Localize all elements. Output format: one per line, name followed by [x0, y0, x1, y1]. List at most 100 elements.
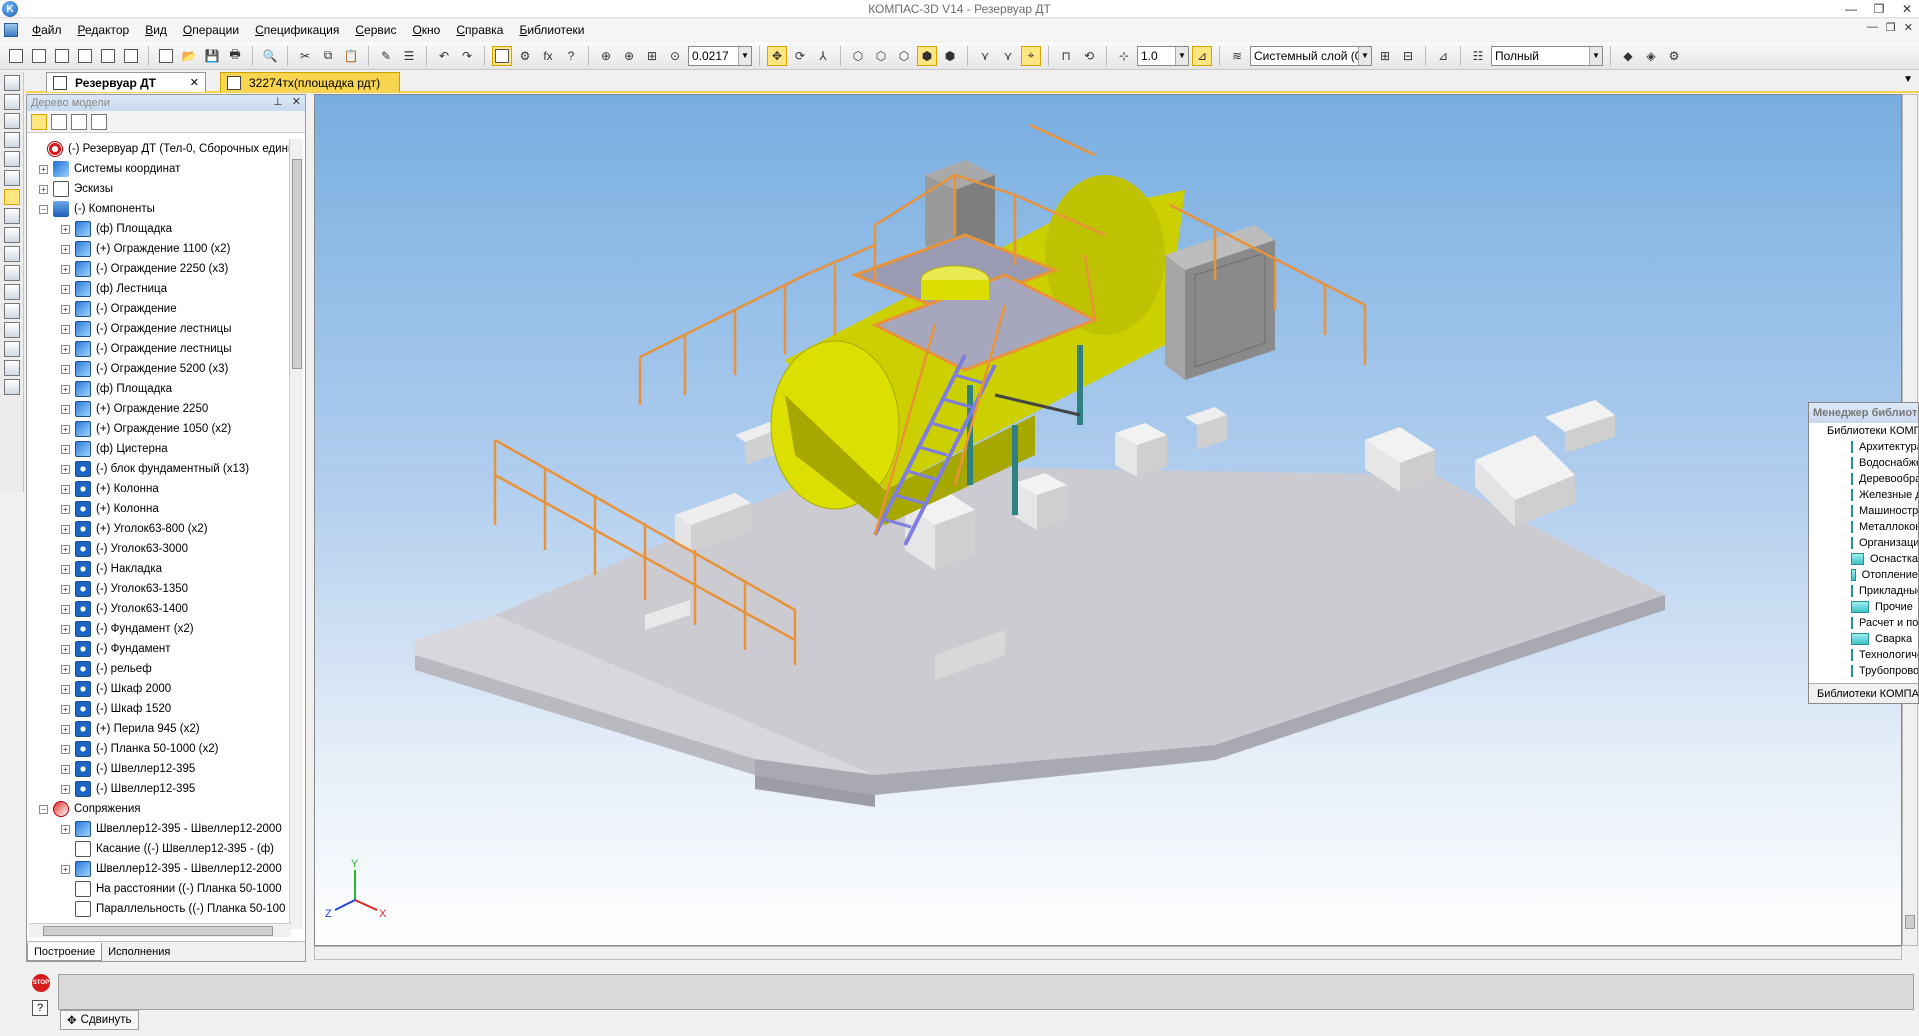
- step-icon[interactable]: ⊹: [1114, 46, 1134, 66]
- close-icon[interactable]: ✕: [1899, 2, 1915, 16]
- expand-icon[interactable]: +: [39, 164, 48, 174]
- tab-build[interactable]: Построение: [27, 942, 103, 961]
- tree-node-mate[interactable]: Касание ((-) Швеллер12-395 - (ф): [29, 839, 289, 859]
- expand-icon[interactable]: +: [61, 684, 70, 694]
- tree-node-component[interactable]: + (ф) Цистерна: [29, 439, 289, 459]
- tree-node-components[interactable]: − (-) Компоненты: [29, 199, 289, 219]
- new-assembly-icon[interactable]: [52, 46, 72, 66]
- doc-close-icon[interactable]: ✕: [1904, 21, 1913, 34]
- new-part-icon[interactable]: [29, 46, 49, 66]
- library-item[interactable]: Прикладные библиотеки: [1809, 583, 1918, 599]
- stop-icon[interactable]: STOP: [32, 974, 50, 992]
- library-item[interactable]: Водоснабжение и канализация: [1809, 455, 1918, 471]
- tree-node-component[interactable]: + (+) Перила 945 (x2): [29, 719, 289, 739]
- tree-node-component[interactable]: + (+) Ограждение 1100 (x2): [29, 239, 289, 259]
- tool-13-icon[interactable]: [4, 303, 20, 319]
- library-item[interactable]: Сварка: [1809, 631, 1918, 647]
- menu-help[interactable]: Справка: [448, 23, 511, 37]
- tree-node-component[interactable]: + (+) Колонна: [29, 499, 289, 519]
- tool-8-icon[interactable]: [4, 208, 20, 224]
- tree-node-component[interactable]: + (-) Ограждение: [29, 299, 289, 319]
- viewport-hscrollbar[interactable]: [314, 946, 1902, 960]
- expand-icon[interactable]: +: [39, 184, 48, 194]
- snap-icon[interactable]: ⌖: [1021, 45, 1041, 66]
- tree-node-component[interactable]: + (+) Колонна: [29, 479, 289, 499]
- expand-icon[interactable]: +: [61, 824, 70, 834]
- expand-icon[interactable]: +: [61, 464, 70, 474]
- document-menu-icon[interactable]: [4, 23, 18, 37]
- tool-3-icon[interactable]: [4, 113, 20, 129]
- hidden-thin-icon[interactable]: ⬡: [894, 46, 914, 66]
- library-root[interactable]: Библиотеки КОМПАС: [1809, 423, 1918, 439]
- library-item[interactable]: Металлоконструкции: [1809, 519, 1918, 535]
- expand-icon[interactable]: +: [61, 564, 70, 574]
- library-item[interactable]: Прочие: [1809, 599, 1918, 615]
- tree-node-component[interactable]: + (ф) Площадка: [29, 219, 289, 239]
- expand-icon[interactable]: +: [61, 704, 70, 714]
- tree-node-component[interactable]: + (+) Уголок63-800 (x2): [29, 519, 289, 539]
- new-spec-icon[interactable]: [121, 46, 141, 66]
- tree-node-sketches[interactable]: + Эскизы: [29, 179, 289, 199]
- tool-10-icon[interactable]: [4, 246, 20, 262]
- expand-icon[interactable]: +: [61, 484, 70, 494]
- zoom-window-icon[interactable]: ⊕: [596, 46, 616, 66]
- library-item[interactable]: Железные дороги: [1809, 487, 1918, 503]
- redo-icon[interactable]: ↷: [457, 46, 477, 66]
- menu-specification[interactable]: Спецификация: [247, 23, 347, 37]
- library-item[interactable]: Архитектура и строительство: [1809, 439, 1918, 455]
- print-icon[interactable]: 🖶: [225, 46, 245, 66]
- tree-node-mate[interactable]: Параллельность ((-) Планка 50-100: [29, 899, 289, 919]
- expand-icon[interactable]: +: [61, 544, 70, 554]
- tree-relations-icon[interactable]: [91, 113, 107, 130]
- library-item[interactable]: Оснастка: [1809, 551, 1918, 567]
- copy-icon[interactable]: ⧉: [318, 46, 338, 66]
- tree-toggle-icon[interactable]: [492, 45, 512, 66]
- settings-icon[interactable]: ⚙: [1664, 46, 1684, 66]
- menu-operations[interactable]: Операции: [175, 23, 247, 37]
- minimize-icon[interactable]: —: [1843, 2, 1859, 16]
- tree-node-coordinate-systems[interactable]: + Системы координат: [29, 159, 289, 179]
- cut-icon[interactable]: ✂: [295, 46, 315, 66]
- library-item[interactable]: Расчет и построение: [1809, 615, 1918, 631]
- tool-2-icon[interactable]: [4, 94, 20, 110]
- layer-props-icon[interactable]: ⊞: [1375, 46, 1395, 66]
- tree-node-component[interactable]: + (ф) Площадка: [29, 379, 289, 399]
- step-combo[interactable]: 1.0 ▼: [1137, 45, 1189, 66]
- menu-view[interactable]: Вид: [137, 23, 175, 37]
- library-footer[interactable]: Библиотеки КОМПАС: [1809, 683, 1918, 703]
- tool-1-icon[interactable]: [4, 75, 20, 91]
- expand-icon[interactable]: +: [61, 764, 70, 774]
- expand-icon[interactable]: +: [61, 644, 70, 654]
- open-folder-icon[interactable]: 📂: [179, 46, 199, 66]
- tool-15-icon[interactable]: [4, 341, 20, 357]
- layer-combo[interactable]: Системный слой (0) ▼: [1250, 45, 1372, 66]
- shaded-edges-icon[interactable]: ⬢: [940, 46, 960, 66]
- rotate-icon[interactable]: ⟳: [790, 46, 810, 66]
- shaded-icon[interactable]: ⬢: [917, 45, 937, 66]
- 3d-viewport[interactable]: Y X Z: [314, 94, 1902, 946]
- tree-node-mate[interactable]: На расстоянии ((-) Планка 50-1000: [29, 879, 289, 899]
- library-item[interactable]: Технологические: [1809, 647, 1918, 663]
- tree-node-component[interactable]: + (ф) Лестница: [29, 279, 289, 299]
- menu-window[interactable]: Окно: [404, 23, 448, 37]
- expand-icon[interactable]: +: [61, 344, 70, 354]
- tool-7-icon[interactable]: [4, 189, 20, 205]
- tree-node-component[interactable]: + (-) рельеф: [29, 659, 289, 679]
- tree-mode-icon[interactable]: [51, 113, 67, 130]
- ortho-icon[interactable]: ⊿: [1192, 45, 1212, 66]
- menu-libraries[interactable]: Библиотеки: [511, 23, 592, 37]
- tree-node-component[interactable]: + (-) Уголок63-1350: [29, 579, 289, 599]
- expand-icon[interactable]: +: [61, 404, 70, 414]
- tool-17-icon[interactable]: [4, 379, 20, 395]
- properties-icon[interactable]: ✎: [376, 46, 396, 66]
- maximize-icon[interactable]: ❐: [1871, 2, 1887, 16]
- tree-node-component[interactable]: + (-) Ограждение лестницы: [29, 339, 289, 359]
- tab-platform[interactable]: 32274тх(площадка рдт): [220, 72, 400, 92]
- filter2-icon[interactable]: ⋎: [998, 46, 1018, 66]
- tree-node-component[interactable]: + (-) Уголок63-3000: [29, 539, 289, 559]
- tree-node-component[interactable]: + (-) блок фундаментный (x13): [29, 459, 289, 479]
- library-item[interactable]: Отопление: [1809, 567, 1918, 583]
- collapse-icon[interactable]: −: [39, 804, 48, 814]
- expand-icon[interactable]: +: [61, 504, 70, 514]
- tabs-dropdown-icon[interactable]: ▼: [1903, 74, 1913, 85]
